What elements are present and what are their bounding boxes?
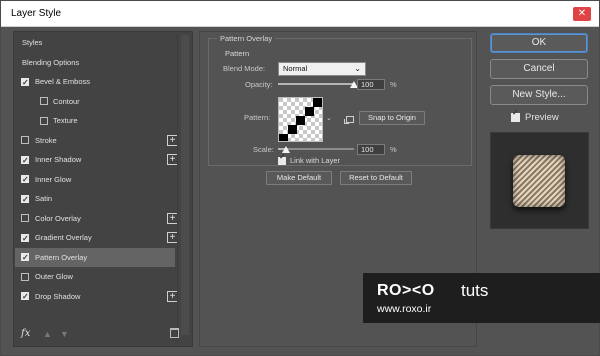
styles-panel: Styles Blending Options Bevel & Emboss Cont… <box>13 31 193 347</box>
style-item-inner-glow[interactable]: Inner Glow <box>15 170 175 190</box>
style-item-label: Bevel & Emboss <box>35 77 91 86</box>
styles-footer: fx ▲ ▼ <box>15 323 191 345</box>
style-checkbox[interactable] <box>40 116 48 125</box>
ok-button[interactable]: OK <box>490 33 588 53</box>
reset-to-default-button[interactable]: Reset to Default <box>340 171 412 185</box>
preview-label: Preview <box>525 112 559 123</box>
opacity-unit: % <box>390 80 397 89</box>
close-button[interactable]: ✕ <box>573 7 591 21</box>
style-item-label: Contour <box>53 96 80 106</box>
style-checkbox[interactable] <box>21 287 29 307</box>
style-item-gradient-overlay[interactable]: Gradient Overlay+ <box>15 228 178 248</box>
watermark: RO><O tuts www.roxo.ir <box>363 273 600 323</box>
pattern-swatch[interactable] <box>278 97 323 142</box>
pattern-dropdown[interactable]: ⌄ <box>325 97 333 142</box>
subgroup-title: Pattern <box>225 49 250 58</box>
snap-to-origin-button[interactable]: Snap to Origin <box>359 111 425 125</box>
style-checkbox[interactable] <box>21 170 29 190</box>
styles-list: Styles Blending Options Bevel & Emboss Cont… <box>15 33 178 307</box>
chevron-down-icon: ⌄ <box>326 115 332 122</box>
style-item-label: Inner Shadow <box>35 155 82 164</box>
style-item-outer-glow[interactable]: Outer Glow <box>15 267 175 287</box>
pattern-label: Pattern: <box>244 113 271 122</box>
style-item-styles[interactable]: Styles <box>15 33 175 53</box>
opacity-slider[interactable] <box>278 83 354 85</box>
link-with-layer-label: Link with Layer <box>290 156 341 165</box>
style-item-stroke[interactable]: Stroke + <box>15 131 178 151</box>
style-item-bevel-emboss[interactable]: Bevel & Emboss <box>15 72 175 92</box>
style-item-label: Outer Glow <box>35 272 73 281</box>
watermark-tuts: tuts <box>461 281 489 300</box>
scrollbar-thumb[interactable] <box>181 35 189 335</box>
style-item-blending-options[interactable]: Blending Options <box>15 53 175 73</box>
style-checkbox[interactable] <box>21 272 29 281</box>
style-item-color-overlay[interactable]: Color Overlay + <box>15 209 178 229</box>
move-up-icon[interactable]: ▲ <box>43 329 52 339</box>
styles-scrollbar[interactable] <box>177 33 191 343</box>
move-down-icon[interactable]: ▼ <box>60 329 69 339</box>
make-default-button[interactable]: Make Default <box>266 171 332 185</box>
style-preview <box>490 132 589 229</box>
blend-mode-select[interactable]: Normal ⌄ <box>278 62 366 76</box>
scale-input[interactable]: 100 <box>357 144 385 155</box>
style-item-contour[interactable]: Contour <box>15 92 175 112</box>
pattern-overlay-group: Pattern Overlay Pattern Blend Mode: Norm… <box>208 34 472 166</box>
preview-check[interactable] <box>511 108 520 122</box>
style-checkbox[interactable] <box>21 229 29 248</box>
style-item-label: Texture <box>53 116 78 125</box>
style-item-label: Styles <box>22 38 43 47</box>
title-bar: Layer Style ✕ <box>1 1 599 27</box>
style-item-label: Satin <box>35 194 53 203</box>
style-item-label: Pattern Overlay <box>35 252 88 262</box>
style-checkbox[interactable] <box>21 73 29 92</box>
watermark-logo: RO><O <box>377 282 435 299</box>
opacity-slider-fill <box>278 83 354 85</box>
layer-style-dialog: Layer Style ✕ Styles Blending Options Beve… <box>0 0 600 356</box>
style-item-pattern-overlay[interactable]: Pattern Overlay <box>15 247 175 268</box>
style-item-label: Blending Options <box>22 57 80 67</box>
group-title: Pattern Overlay <box>217 34 276 43</box>
style-item-label: Inner Glow <box>35 174 72 184</box>
style-checkbox[interactable] <box>21 214 29 222</box>
opacity-input[interactable]: 100 <box>357 79 385 90</box>
style-item-texture[interactable]: Texture <box>15 111 175 131</box>
opacity-label: Opacity: <box>245 80 273 89</box>
chevron-down-icon: ⌄ <box>354 64 361 73</box>
window-title: Layer Style <box>11 8 62 19</box>
pattern-checker-image <box>279 98 322 141</box>
new-preset-icon[interactable] <box>344 116 354 124</box>
blend-mode-label: Blend Mode: <box>223 64 266 73</box>
style-item-label: Stroke <box>35 135 57 145</box>
style-item-label: Gradient Overlay <box>35 233 92 242</box>
scale-unit: % <box>390 145 397 154</box>
style-checkbox[interactable] <box>21 151 29 170</box>
style-item-satin[interactable]: Satin <box>15 189 175 209</box>
blend-mode-value: Normal <box>283 64 308 73</box>
scale-label: Scale: <box>253 145 274 154</box>
style-item-label: Color Overlay <box>35 213 81 223</box>
cancel-button[interactable]: Cancel <box>490 59 588 79</box>
style-checkbox[interactable] <box>40 97 48 105</box>
watermark-url: www.roxo.ir <box>377 303 432 315</box>
fx-icon[interactable]: fx <box>21 328 30 339</box>
new-style-button[interactable]: New Style... <box>490 85 588 105</box>
style-checkbox[interactable] <box>21 248 29 268</box>
style-item-label: Drop Shadow <box>35 291 81 301</box>
style-checkbox[interactable] <box>21 190 29 209</box>
style-item-inner-shadow[interactable]: Inner Shadow+ <box>15 150 178 170</box>
preview-thumbnail <box>513 155 565 207</box>
style-item-drop-shadow[interactable]: Drop Shadow+ <box>15 287 178 307</box>
link-with-layer-check[interactable] <box>278 152 286 165</box>
trash-icon[interactable] <box>170 328 179 338</box>
style-checkbox[interactable] <box>21 136 29 144</box>
